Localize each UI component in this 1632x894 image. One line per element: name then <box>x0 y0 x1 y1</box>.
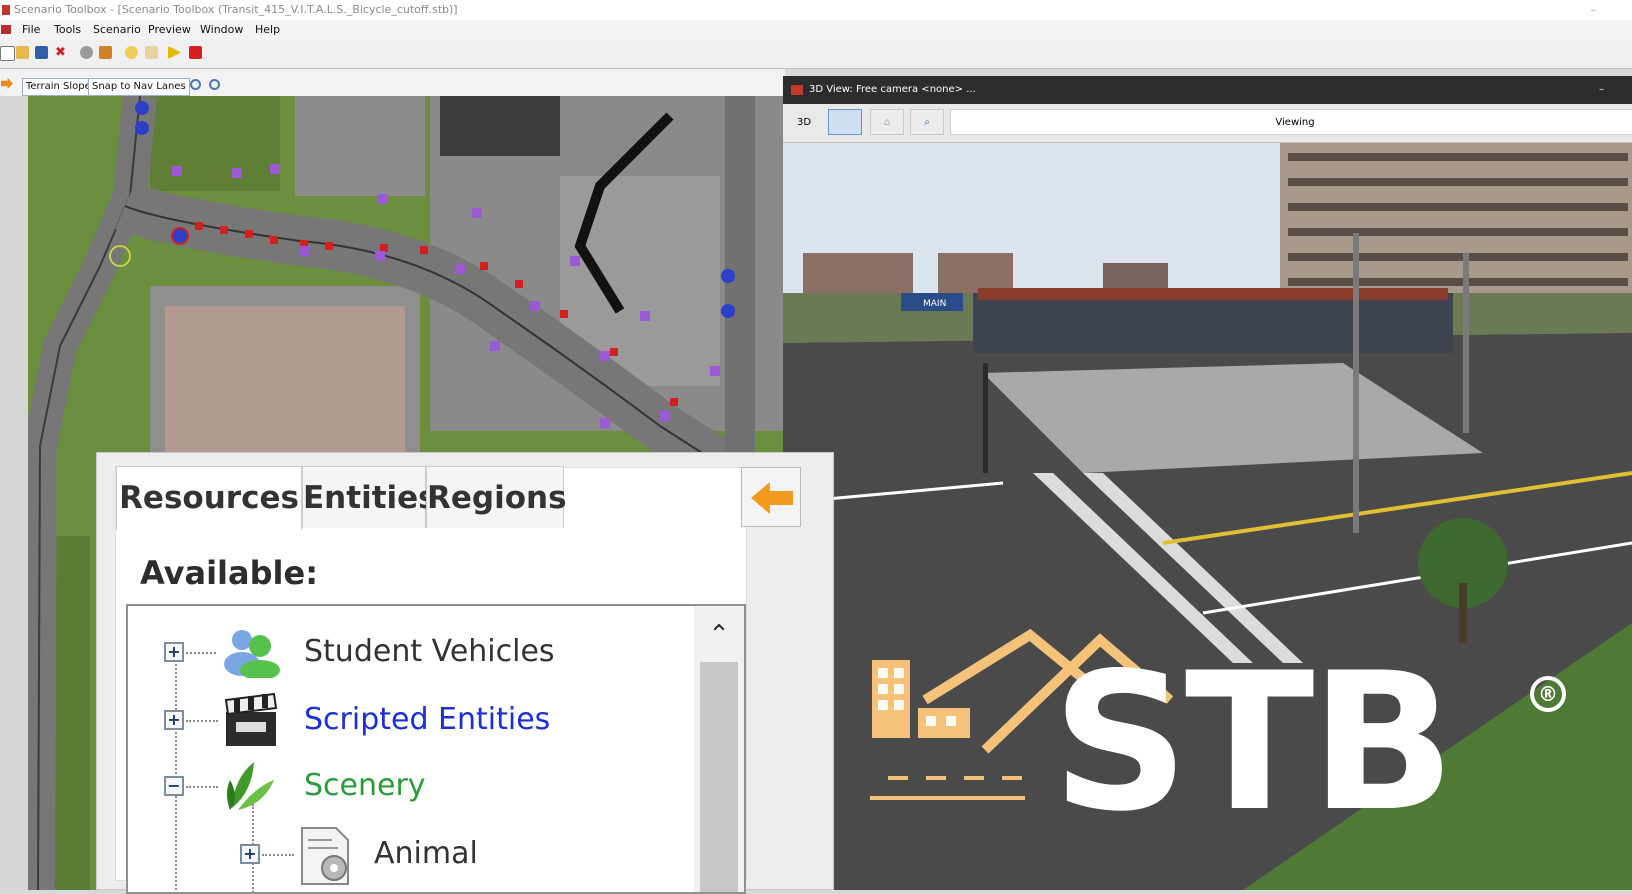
tab-resources[interactable]: Resources <box>116 466 302 530</box>
tree-item-scenery[interactable]: − Scenery <box>128 758 688 818</box>
users-icon <box>220 626 284 680</box>
menu-scenario[interactable]: Scenario <box>93 20 141 40</box>
available-label: Available: <box>140 554 318 592</box>
minimize-button[interactable]: – <box>1591 0 1597 20</box>
camera-mode-icon[interactable] <box>828 109 862 135</box>
tab-content: Resources Entities Regions Available: + … <box>115 466 747 894</box>
resource-tree[interactable]: + Student Vehicles + Scripted Entities −… <box>126 604 746 894</box>
tab-entities[interactable]: Entities <box>302 466 437 528</box>
new-file-icon[interactable] <box>0 46 15 61</box>
app-menu-icon[interactable] <box>1 25 11 34</box>
arrow-left-icon <box>751 482 793 514</box>
document-gear-icon <box>298 826 356 886</box>
menu-preview[interactable]: Preview <box>148 20 191 40</box>
map-left-ruler <box>0 96 28 890</box>
grass-block <box>150 96 280 191</box>
transit-station <box>973 293 1453 353</box>
menu-bar: File Tools Scenario Preview Window Help <box>0 20 1632 40</box>
vehicle-marker <box>135 121 149 135</box>
view3d-toolbar: 3D ⌂ ⌕ Viewing <box>783 104 1632 143</box>
open-folder-icon[interactable] <box>16 46 29 59</box>
collapse-panel-button[interactable] <box>741 467 801 527</box>
clapperboard-icon <box>222 692 280 750</box>
light-icon[interactable] <box>125 46 138 59</box>
tree-item-label: Scripted Entities <box>304 702 551 737</box>
leaves-icon <box>224 758 278 814</box>
collapse-icon[interactable]: − <box>164 776 184 796</box>
menu-window[interactable]: Window <box>200 20 243 40</box>
tree-item-student-vehicles[interactable]: + Student Vehicles <box>128 624 688 684</box>
tab-regions[interactable]: Regions <box>426 466 567 528</box>
scroll-track[interactable] <box>700 662 738 892</box>
zoom-out-icon[interactable] <box>209 79 220 90</box>
vehicle-marker <box>171 227 189 245</box>
viewing-status: Viewing <box>950 109 1632 135</box>
tree-item-scripted-entities[interactable]: + Scripted Entities <box>128 692 688 752</box>
station-sign: MAIN <box>923 299 946 309</box>
tree-scrollbar[interactable]: ⌃ <box>694 606 744 892</box>
menu-file[interactable]: File <box>22 20 40 40</box>
tree-item-label: Scenery <box>304 768 426 803</box>
view3d-3d-button[interactable]: 3D <box>787 109 821 135</box>
app-icon <box>2 5 10 15</box>
view3d-minimize-button[interactable]: – <box>1599 76 1604 104</box>
close-icon[interactable]: ✖ <box>55 46 68 59</box>
map-toolbar: Terrain Slope Snap to Nav Lanes <box>0 69 785 96</box>
gear-icon[interactable] <box>80 46 93 59</box>
play-icon[interactable] <box>168 46 181 59</box>
dark-block <box>440 96 560 156</box>
vehicle-marker <box>135 101 149 115</box>
tree-item-label: Student Vehicles <box>304 634 555 669</box>
expand-icon[interactable]: + <box>164 710 184 730</box>
search-icon[interactable]: ⌕ <box>910 109 944 135</box>
vehicle-marker <box>721 269 735 283</box>
expand-icon[interactable]: + <box>240 844 260 864</box>
stop-icon[interactable] <box>189 46 202 59</box>
zoom-in-icon[interactable] <box>190 79 201 90</box>
terrain-block <box>295 96 425 196</box>
registered-mark: ® <box>1530 676 1566 712</box>
library-icon[interactable] <box>99 46 112 59</box>
save-icon[interactable] <box>35 46 48 59</box>
camera-icon <box>791 85 803 95</box>
window-title: Scenario Toolbox - [Scenario Toolbox (Tr… <box>14 3 458 16</box>
logo-text: STB <box>1052 632 1455 853</box>
edit-icon[interactable] <box>145 46 158 59</box>
terrain-slope-button[interactable]: Terrain Slope <box>22 78 95 96</box>
view3d-title-bar: 3D View: Free camera <none> ... – <box>783 76 1632 104</box>
tree-item-animal[interactable]: + Animal <box>128 826 688 886</box>
snap-to-nav-lanes-button[interactable]: Snap to Nav Lanes <box>88 78 190 96</box>
window-title-bar: Scenario Toolbox - [Scenario Toolbox (Tr… <box>0 0 1632 20</box>
tree-item-label: Animal <box>374 836 478 871</box>
chevron-up-icon[interactable]: ⌃ <box>704 620 734 650</box>
menu-help[interactable]: Help <box>255 20 280 40</box>
expand-icon[interactable]: + <box>164 642 184 662</box>
lock-icon[interactable]: ⌂ <box>870 109 904 135</box>
main-toolbar: ✖ <box>0 40 1632 69</box>
resources-panel: Resources Entities Regions Available: + … <box>96 452 834 894</box>
menu-tools[interactable]: Tools <box>54 20 81 40</box>
vehicle-marker <box>721 304 735 318</box>
arrow-right-icon[interactable] <box>1 78 13 89</box>
view3d-title: 3D View: Free camera <none> ... <box>809 84 976 95</box>
